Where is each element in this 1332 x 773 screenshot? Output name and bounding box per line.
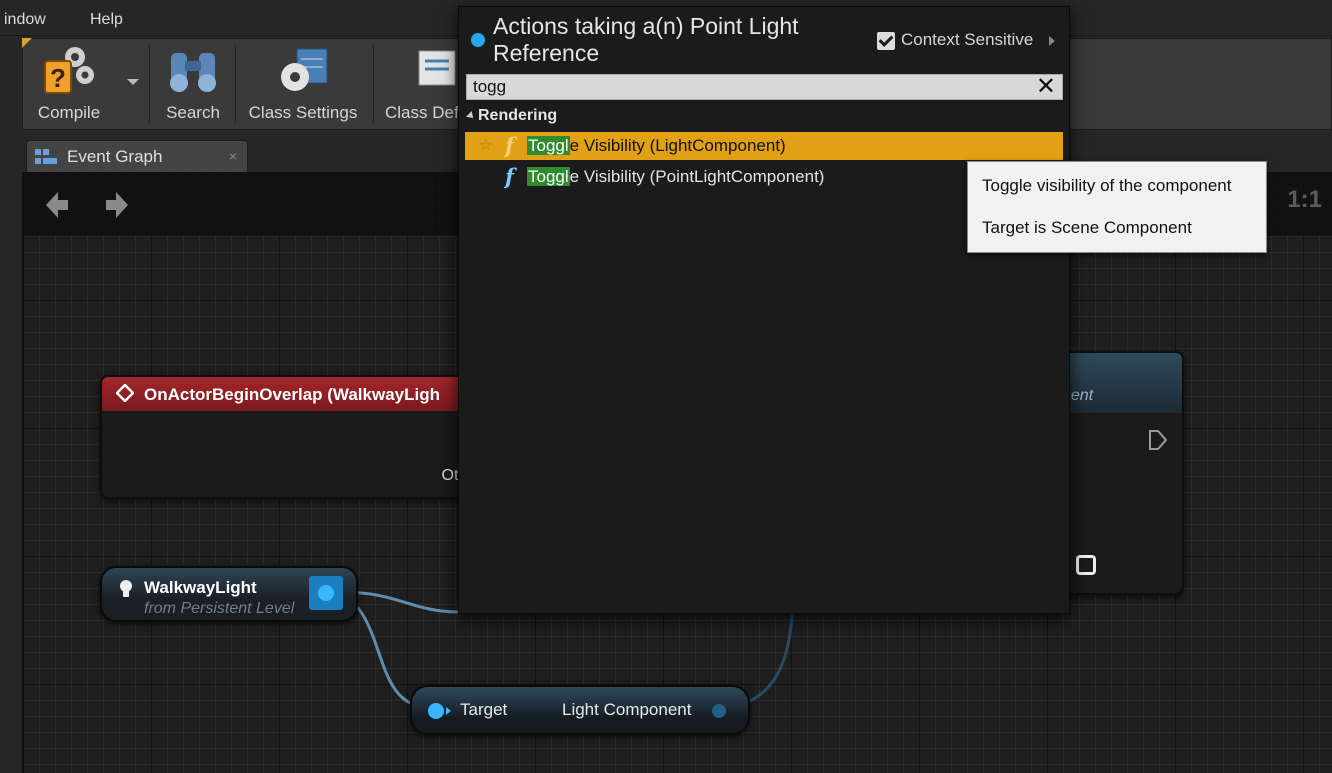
tooltip-description: Toggle visibility of the component: [982, 176, 1232, 195]
function-icon: f: [505, 133, 515, 158]
action-search-input[interactable]: [467, 75, 1027, 99]
context-sensitive-checkbox[interactable]: [877, 32, 895, 50]
favorite-star-icon[interactable]: ☆: [479, 136, 492, 154]
event-node-title: OnActorBeginOverlap (WalkwayLigh: [144, 385, 440, 404]
action-tooltip: Toggle visibility of the component Targe…: [967, 161, 1267, 253]
action-search-box: ✕: [466, 73, 1063, 101]
category-rendering[interactable]: Rendering: [466, 107, 558, 125]
checkbox-pin[interactable]: [1076, 555, 1096, 575]
action-menu-title: Actions taking a(n) Point Light Referenc…: [493, 13, 799, 66]
action-item-toggle-visibility-light[interactable]: ☆ f Toggle Visibility (LightComponent): [465, 132, 1063, 160]
light-component-pin-label: Light Component: [562, 700, 692, 719]
target-pin-label: Target: [460, 700, 508, 719]
event-node-header: OnActorBeginOverlap (WalkwayLigh: [102, 377, 468, 411]
variable-node[interactable]: WalkwayLight from Persistent Level: [100, 566, 358, 622]
event-node[interactable]: OnActorBeginOverlap (WalkwayLigh Otl: [100, 375, 470, 499]
reference-pin-icon: [471, 33, 485, 47]
exec-output-pin-icon[interactable]: [1148, 429, 1168, 451]
target-pin-arrow-icon: [446, 707, 451, 715]
function-node[interactable]: nent: [1058, 351, 1184, 595]
tooltip-target: Target is Scene Component: [982, 218, 1192, 237]
variable-node-title: WalkwayLight: [144, 578, 257, 597]
light-bulb-icon: [120, 580, 132, 597]
variable-node-subtitle: from Persistent Level: [144, 600, 295, 617]
action-item-label: Toggle Visibility (LightComponent): [527, 136, 786, 155]
target-input-pin[interactable]: [428, 703, 444, 719]
clear-search-icon[interactable]: ✕: [1036, 73, 1056, 101]
light-component-output-pin[interactable]: [712, 704, 726, 718]
function-icon: f: [505, 164, 515, 189]
context-sensitive-label[interactable]: Context Sensitive: [901, 30, 1033, 50]
variable-output-pin[interactable]: [309, 576, 343, 610]
collapse-triangle-icon: [466, 110, 476, 121]
context-arrow-icon[interactable]: [1049, 36, 1055, 46]
event-diamond-icon: [116, 384, 134, 402]
action-menu: Actions taking a(n) Point Light Referenc…: [458, 6, 1070, 614]
action-item-label: Toggle Visibility (PointLightComponent): [527, 167, 825, 186]
category-label: Rendering: [478, 107, 558, 124]
get-component-node[interactable]: Target Light Component: [410, 685, 750, 735]
